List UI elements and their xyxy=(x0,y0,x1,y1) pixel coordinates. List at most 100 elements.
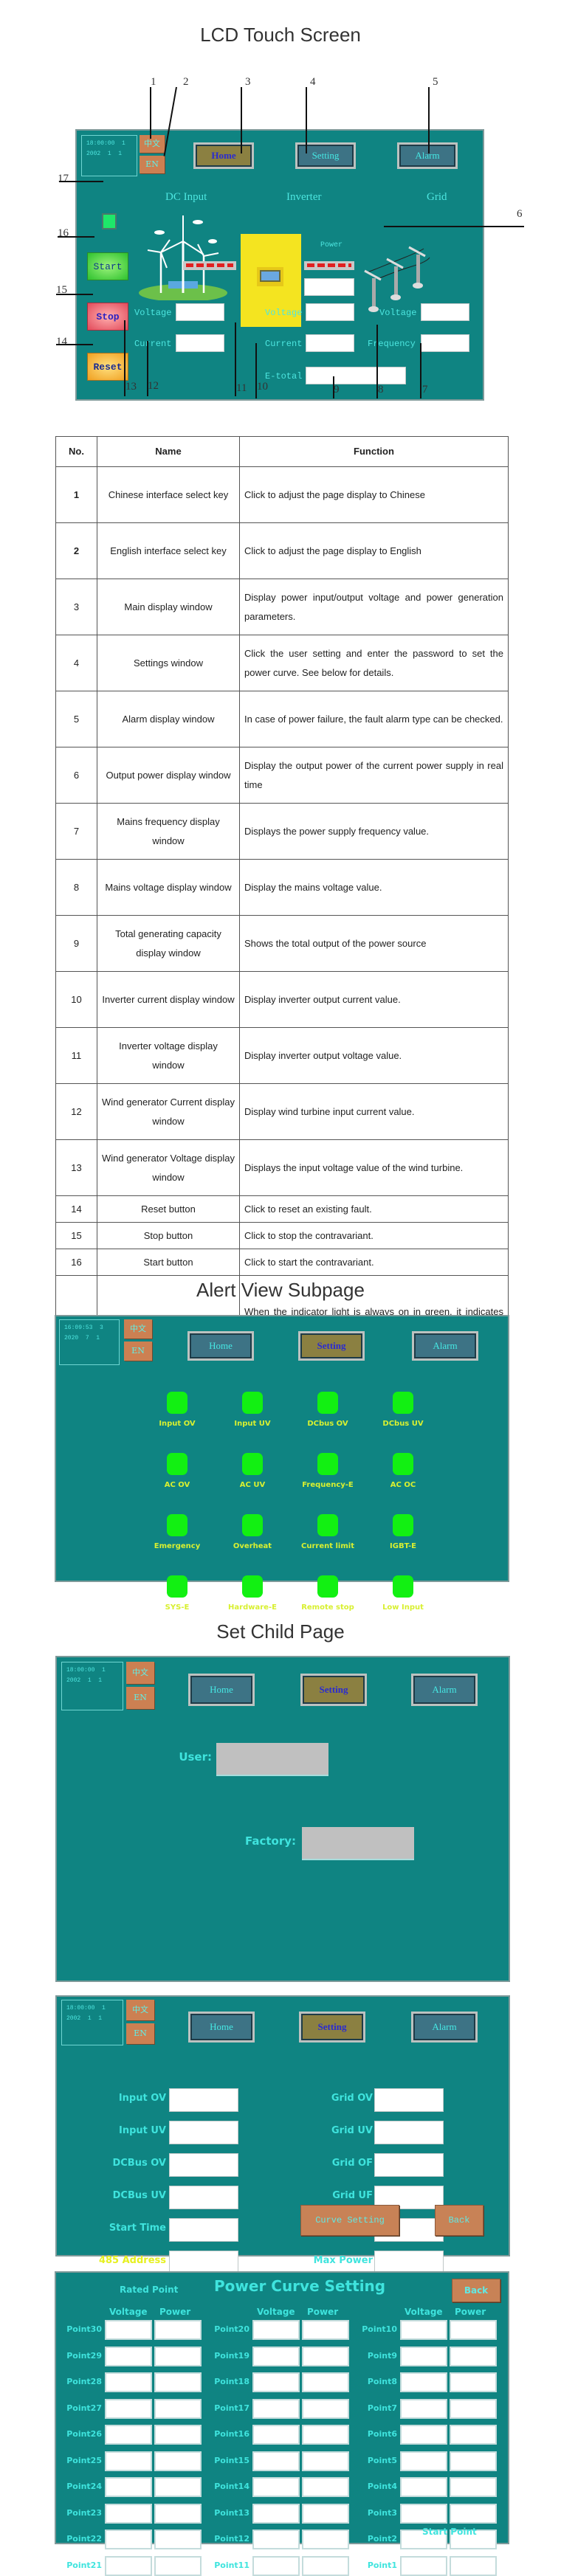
point-voltage-input[interactable] xyxy=(252,2372,300,2392)
point-power-input[interactable] xyxy=(450,2398,497,2419)
point-voltage-input[interactable] xyxy=(105,2425,152,2445)
point-voltage-input[interactable] xyxy=(105,2346,152,2366)
point-power-input[interactable] xyxy=(302,2425,349,2445)
point-voltage-input[interactable] xyxy=(105,2530,152,2549)
point-voltage-input[interactable] xyxy=(252,2320,300,2340)
english-language-button[interactable]: EN xyxy=(140,156,165,173)
point-voltage-input[interactable] xyxy=(400,2451,447,2471)
point-power-input[interactable] xyxy=(154,2320,202,2340)
alert-alarm-nav-button[interactable]: Alarm xyxy=(412,1331,478,1361)
setting-input[interactable] xyxy=(169,2218,238,2242)
point-power-input[interactable] xyxy=(154,2451,202,2471)
settings-chinese-language-button[interactable]: 中文 xyxy=(126,2000,154,2020)
alert-setting-nav-button[interactable]: Setting xyxy=(298,1331,365,1361)
setting-input[interactable] xyxy=(374,2153,444,2177)
alert-chinese-language-button[interactable]: 中文 xyxy=(124,1319,152,1339)
point-power-input[interactable] xyxy=(450,2451,497,2471)
stop-button[interactable]: Stop xyxy=(87,303,128,331)
point-voltage-input[interactable] xyxy=(400,2477,447,2497)
settings-home-nav-button[interactable]: Home xyxy=(188,2012,255,2043)
login-chinese-language-button[interactable]: 中文 xyxy=(126,1662,154,1684)
settings-setting-nav-button[interactable]: Setting xyxy=(299,2012,365,2043)
settings-english-language-button[interactable]: EN xyxy=(126,2023,154,2044)
point-voltage-input[interactable] xyxy=(252,2555,300,2576)
point-voltage-input[interactable] xyxy=(105,2451,152,2471)
point-voltage-input[interactable] xyxy=(252,2503,300,2524)
table-cell-name: Inverter voltage display window xyxy=(97,1027,240,1084)
reset-button[interactable]: Reset xyxy=(87,353,128,381)
table-row: 9 Total generating capacity display windo… xyxy=(55,915,509,972)
point-power-input[interactable] xyxy=(302,2372,349,2392)
point-power-input[interactable] xyxy=(154,2477,202,2497)
point-voltage-input[interactable] xyxy=(400,2503,447,2524)
alert-english-language-button[interactable]: EN xyxy=(124,1341,152,1361)
alarm-nav-button[interactable]: Alarm xyxy=(397,142,458,169)
login-home-nav-button[interactable]: Home xyxy=(188,1674,255,1706)
point-voltage-input[interactable] xyxy=(252,2398,300,2419)
point-voltage-input[interactable] xyxy=(400,2320,447,2340)
point-power-input[interactable] xyxy=(450,2372,497,2392)
point-power-input[interactable] xyxy=(450,2346,497,2366)
point-power-input[interactable] xyxy=(302,2530,349,2549)
setting-input[interactable] xyxy=(169,2153,238,2177)
settings-back-button[interactable]: Back xyxy=(435,2205,483,2236)
login-alarm-nav-button[interactable]: Alarm xyxy=(411,1674,478,1706)
setting-input[interactable] xyxy=(169,2088,238,2112)
point-power-input[interactable] xyxy=(302,2320,349,2340)
point-power-input[interactable] xyxy=(154,2503,202,2524)
start-button[interactable]: Start xyxy=(87,252,128,280)
setting-nav-button[interactable]: Setting xyxy=(295,142,356,169)
point-power-input[interactable] xyxy=(154,2425,202,2445)
point-power-input[interactable] xyxy=(154,2555,202,2576)
point-voltage-input[interactable] xyxy=(105,2477,152,2497)
point-power-input[interactable] xyxy=(302,2451,349,2471)
point-power-input[interactable] xyxy=(450,2320,497,2340)
point-voltage-input[interactable] xyxy=(400,2346,447,2366)
point-voltage-input[interactable] xyxy=(400,2425,447,2445)
setting-input[interactable] xyxy=(169,2121,238,2144)
point-voltage-input[interactable] xyxy=(252,2477,300,2497)
home-nav-button[interactable]: Home xyxy=(193,142,254,169)
point-voltage-input[interactable] xyxy=(105,2372,152,2392)
setting-input[interactable] xyxy=(374,2088,444,2112)
setting-input[interactable] xyxy=(169,2186,238,2209)
point-power-input[interactable] xyxy=(302,2503,349,2524)
point-voltage-input[interactable] xyxy=(252,2451,300,2471)
point-voltage-input[interactable] xyxy=(252,2425,300,2445)
login-english-language-button[interactable]: EN xyxy=(126,1687,154,1709)
setting-input[interactable] xyxy=(374,2121,444,2144)
point-power-input[interactable] xyxy=(154,2346,202,2366)
point-voltage-input[interactable] xyxy=(252,2346,300,2366)
curve-setting-button[interactable]: Curve Setting xyxy=(300,2205,399,2236)
point-voltage-input[interactable] xyxy=(105,2320,152,2340)
point-voltage-input[interactable] xyxy=(105,2398,152,2419)
rated-point-label: Rated Point xyxy=(120,2285,179,2295)
point-label: Point15 xyxy=(214,2455,249,2465)
point-voltage-input[interactable] xyxy=(105,2555,152,2576)
callout-13-line xyxy=(124,320,125,396)
point-power-input[interactable] xyxy=(302,2346,349,2366)
power-curve-back-button[interactable]: Back xyxy=(452,2279,500,2302)
point-voltage-input[interactable] xyxy=(252,2530,300,2549)
factory-password-input[interactable] xyxy=(302,1827,414,1860)
point-voltage-input[interactable] xyxy=(400,2555,447,2576)
point-power-input[interactable] xyxy=(450,2503,497,2524)
point-voltage-input[interactable] xyxy=(400,2398,447,2419)
chinese-language-button[interactable]: 中文 xyxy=(140,135,165,153)
point-voltage-input[interactable] xyxy=(105,2503,152,2524)
settings-alarm-nav-button[interactable]: Alarm xyxy=(411,2012,478,2043)
point-power-input[interactable] xyxy=(450,2477,497,2497)
point-power-input[interactable] xyxy=(154,2530,202,2549)
point-power-input[interactable] xyxy=(154,2398,202,2419)
point-power-input[interactable] xyxy=(450,2555,497,2576)
point-voltage-input[interactable] xyxy=(400,2372,447,2392)
point-power-input[interactable] xyxy=(154,2372,202,2392)
point-power-input[interactable] xyxy=(302,2398,349,2419)
login-setting-nav-button[interactable]: Setting xyxy=(300,1674,367,1706)
alert-home-nav-button[interactable]: Home xyxy=(187,1331,254,1361)
point-power-input[interactable] xyxy=(302,2555,349,2576)
point-power-input[interactable] xyxy=(302,2477,349,2497)
inverter-current-display xyxy=(306,334,354,352)
user-password-input[interactable] xyxy=(216,1743,328,1776)
point-power-input[interactable] xyxy=(450,2425,497,2445)
